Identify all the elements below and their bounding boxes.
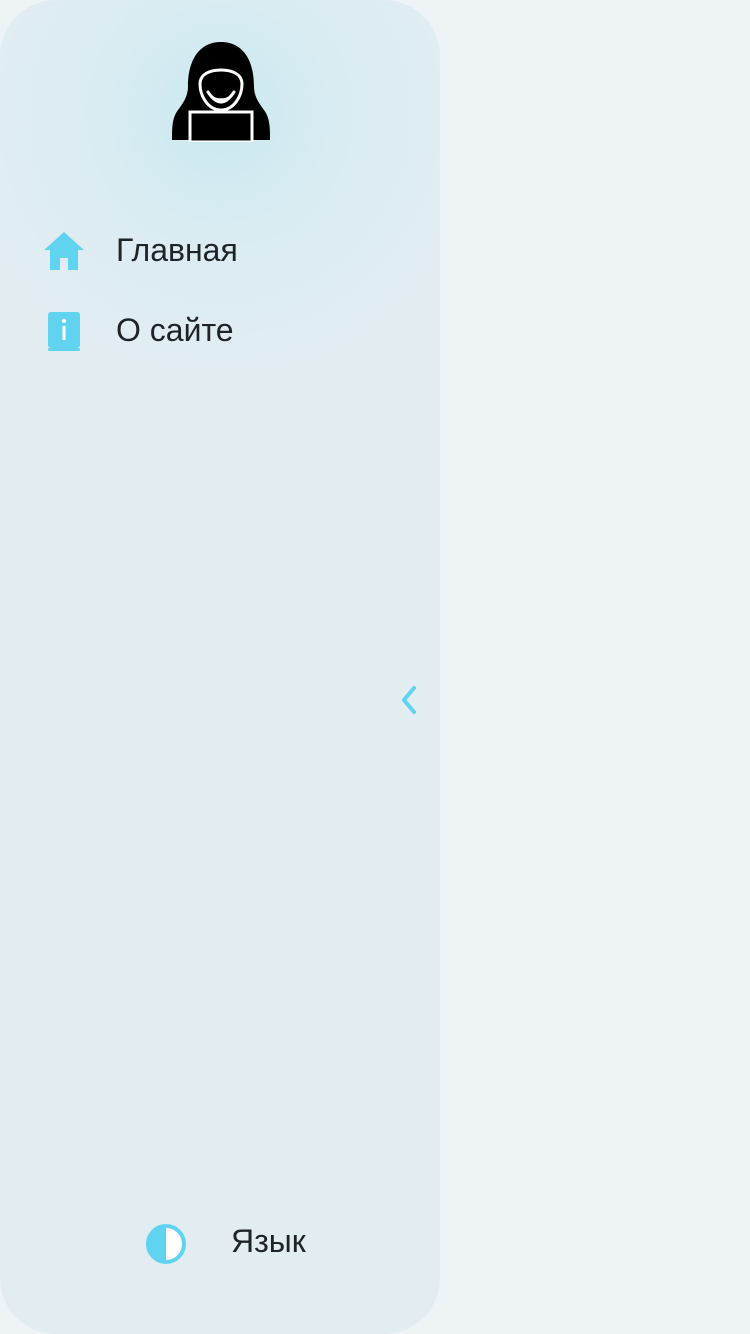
- sidebar-item-label: О сайте: [116, 312, 234, 348]
- contrast-icon: [146, 1224, 186, 1264]
- hacker-avatar-icon[interactable]: [170, 40, 272, 144]
- sidebar-nav: Главная О сайте: [0, 210, 440, 370]
- sidebar-footer: Язык: [0, 1215, 440, 1275]
- sidebar: Главная О сайте Язык: [0, 0, 440, 1334]
- collapse-sidebar-button[interactable]: [392, 680, 424, 720]
- sidebar-item-label: Главная: [116, 232, 238, 268]
- language-button[interactable]: Язык: [231, 1223, 306, 1259]
- sidebar-item-about[interactable]: О сайте: [0, 290, 440, 370]
- page: Главная О сайте Язык: [0, 0, 750, 1334]
- info-book-icon: [42, 310, 86, 354]
- sidebar-item-home[interactable]: Главная: [0, 210, 440, 290]
- home-icon: [42, 230, 86, 274]
- chevron-left-icon: [402, 686, 416, 714]
- theme-toggle-button[interactable]: [145, 1223, 187, 1265]
